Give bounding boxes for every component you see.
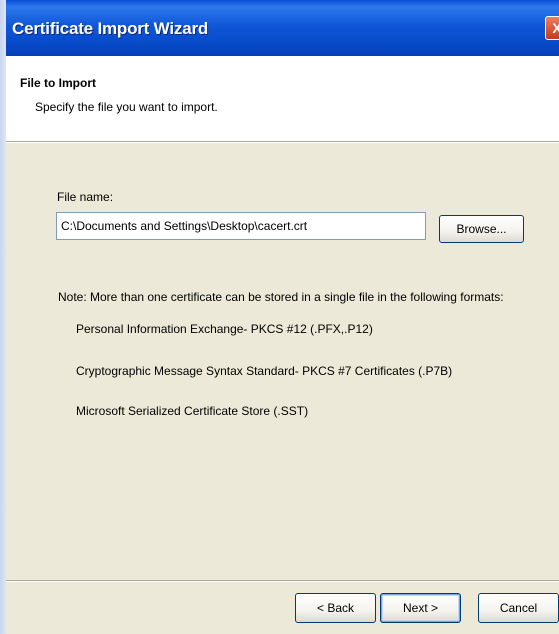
format-item-pfx: Personal Information Exchange- PKCS #12 … [76, 322, 373, 336]
page-title: File to Import [20, 76, 96, 90]
close-icon: X [552, 20, 559, 36]
page-subtitle: Specify the file you want to import. [35, 100, 218, 114]
cancel-button[interactable]: Cancel [478, 593, 559, 623]
format-item-sst: Microsoft Serialized Certificate Store (… [76, 404, 309, 418]
close-button[interactable]: X [545, 16, 559, 40]
format-item-p7b: Cryptographic Message Syntax Standard- P… [76, 364, 453, 378]
next-button[interactable]: Next > [380, 593, 461, 623]
title-bar: Certificate Import Wizard X [0, 0, 559, 56]
file-name-input[interactable] [56, 212, 426, 240]
formats-note: Note: More than one certificate can be s… [58, 290, 504, 304]
wizard-header: File to Import Specify the file you want… [6, 56, 559, 141]
window-title: Certificate Import Wizard [12, 19, 209, 38]
file-name-label: File name: [57, 190, 114, 204]
footer-divider [6, 580, 559, 582]
browse-button[interactable]: Browse... [439, 215, 524, 243]
back-button[interactable]: < Back [295, 593, 376, 623]
certificate-import-wizard-window: Certificate Import Wizard X File to Impo… [0, 0, 559, 634]
header-divider [6, 141, 559, 143]
